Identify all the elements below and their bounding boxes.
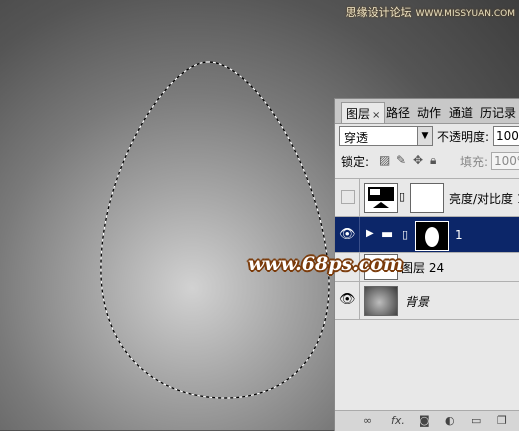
tab-history[interactable]: 历记录 [480,104,516,121]
panel-tabs: 图层 × 路径 动作 通道 历记录 [335,99,519,124]
layer-name: 亮度/对比度 1 [449,192,519,206]
blend-mode-select[interactable]: 穿透 ▼ [339,126,433,146]
lock-paint-icon[interactable]: ✎ [396,153,406,167]
folder-icon: ▬ [381,227,394,242]
layer-name: 图层 24 [401,261,445,275]
layer-row-brightness-contrast[interactable]: ▯ 亮度/对比度 1 [335,178,519,216]
layer-row-group-1[interactable]: 👁︎ ▶ ▬ ▯ 1 [335,216,519,254]
watermark-text: 思缘设计论坛 [345,6,412,19]
lock-move-icon[interactable]: ✥ [413,153,423,167]
tab-paths[interactable]: 路径 [386,104,410,121]
adjustment-layer-icon[interactable]: ◐ [445,414,455,427]
eye-divider [359,282,360,319]
link-layers-icon[interactable]: ∞ [363,414,372,427]
eye-divider [359,217,360,254]
opacity-label: 不透明度: [437,130,490,144]
chevron-down-icon[interactable]: ▼ [417,127,432,145]
opacity-value: 100% [496,129,519,143]
new-group-icon[interactable]: ▭ [471,414,481,427]
eye-divider [359,179,360,216]
fx-icon[interactable]: fx. [391,414,405,427]
layer-row-background[interactable]: 👁︎ 背景 [335,281,519,320]
add-mask-icon[interactable]: ◙ [419,414,430,427]
layer-name: 背景 [405,295,430,309]
new-layer-icon[interactable]: ❐ [497,414,507,427]
expand-triangle-icon[interactable]: ▶ [366,228,374,239]
eye-icon[interactable]: 👁︎ [339,292,356,308]
panel-bottom-bar: ∞ fx. ◙ ◐ ▭ ❐ [335,410,519,431]
opacity-field[interactable]: 100% [493,126,519,146]
layer-name: 1 [455,228,463,242]
mask-thumbnail[interactable] [410,183,444,213]
tab-layers-label: 图层 [346,107,371,121]
tab-channels[interactable]: 通道 [449,104,473,121]
lock-transparent-icon[interactable]: ▨ [379,153,390,167]
visibility-toggle[interactable] [341,190,355,204]
lock-label: 锁定: [341,155,370,169]
close-icon[interactable]: × [372,110,380,121]
fill-field[interactable]: 100% [491,152,519,170]
blend-mode-value: 穿透 [344,131,369,145]
link-icon[interactable]: ▯ [402,228,408,241]
brand-watermark: www.68ps.com [248,253,404,275]
watermark-site: WWW.MISSYUAN.COM [415,9,515,19]
tab-layers[interactable]: 图层 × [341,102,386,123]
tab-history-label: 历记录 [480,106,517,120]
tab-channels-label: 通道 [449,106,474,120]
watermark: 思缘设计论坛 WWW.MISSYUAN.COM [346,4,515,20]
tab-paths-label: 路径 [386,106,411,120]
lock-row: 锁定: ▨ ✎ ✥ 🔒︎ 填充: 100% [341,152,519,170]
layer-thumbnail [364,286,398,316]
eye-icon[interactable]: 👁︎ [339,227,356,243]
fill-value: 100% [494,154,519,168]
tab-actions-label: 动作 [417,106,442,120]
fill-label: 填充: [460,155,489,169]
mask-thumbnail[interactable] [415,221,449,251]
adjustment-icon [364,183,398,213]
lock-all-icon[interactable]: 🔒︎ [430,153,436,168]
link-icon[interactable]: ▯ [399,190,405,203]
blend-row: 穿透 ▼ 不透明度: 100% [339,126,519,146]
tab-actions[interactable]: 动作 [417,104,441,121]
